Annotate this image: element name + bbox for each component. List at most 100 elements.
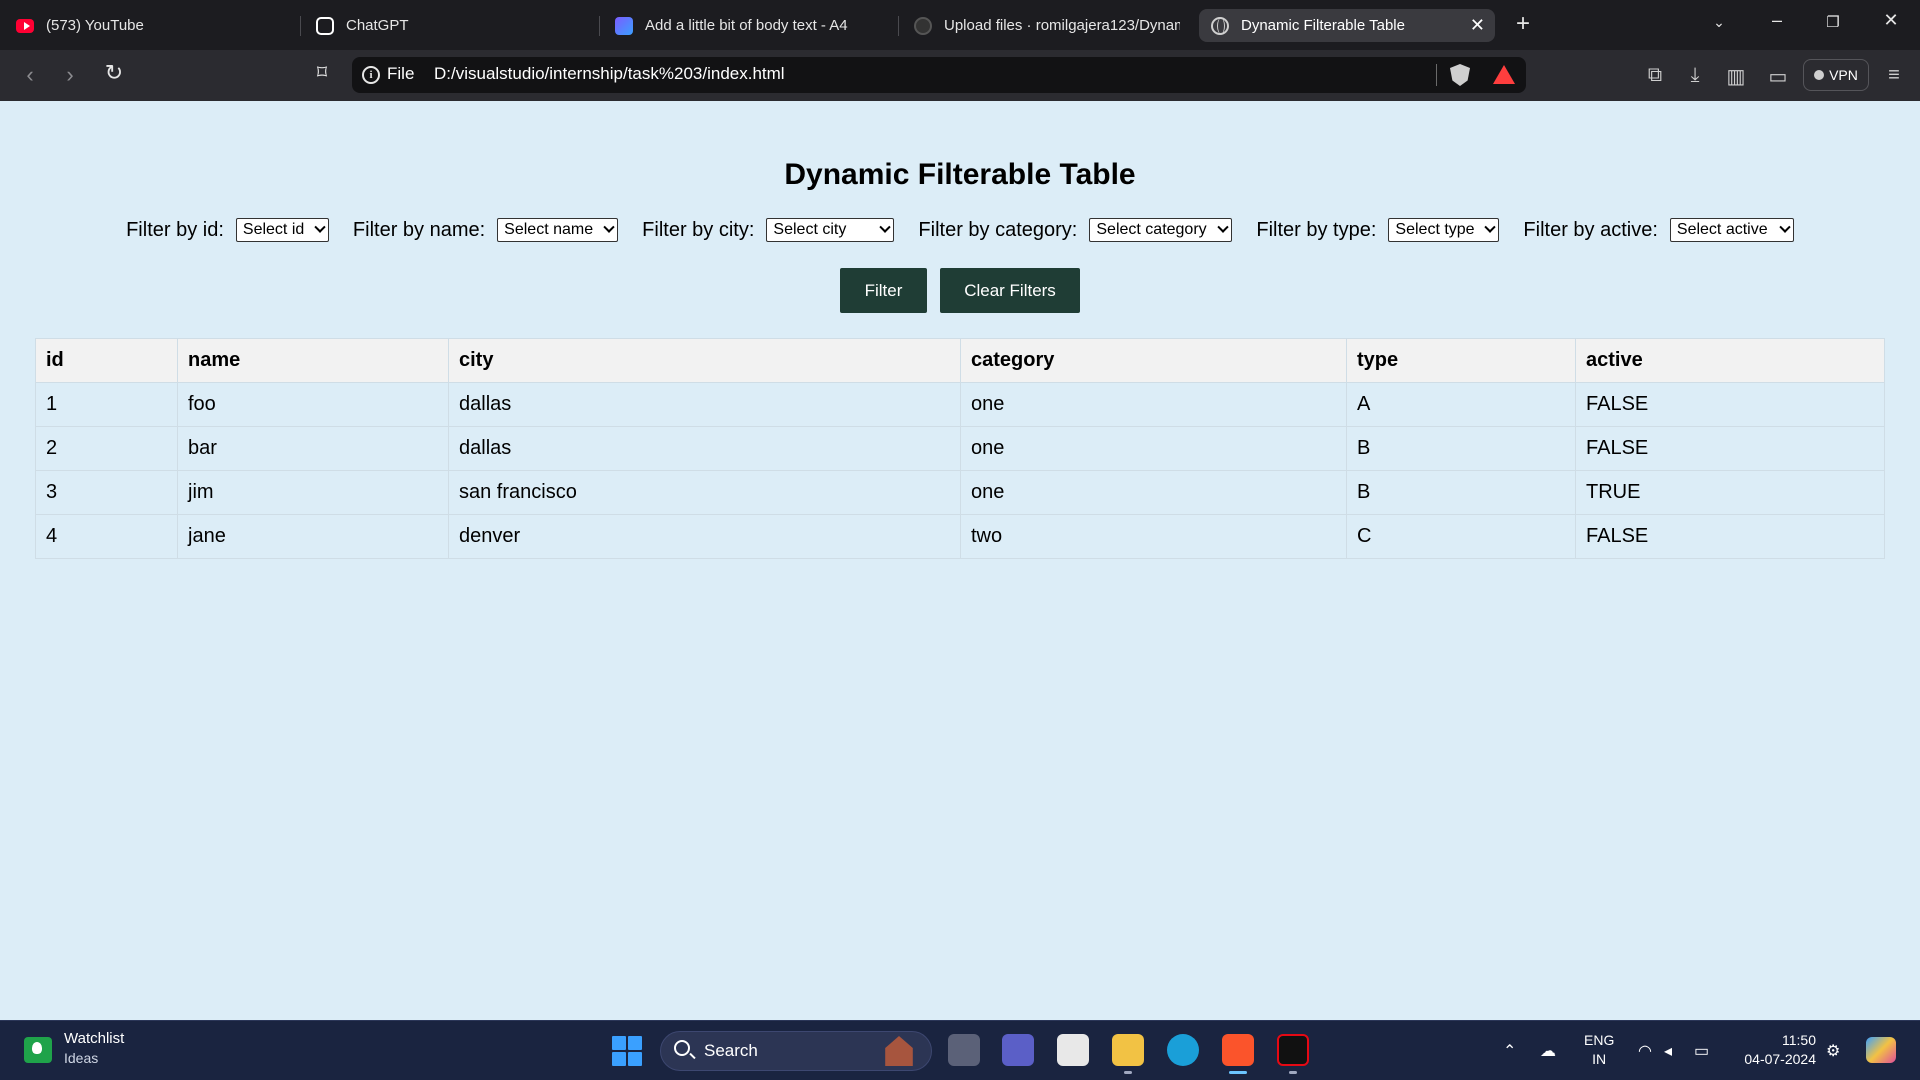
brave-browser-icon[interactable]	[1222, 1034, 1254, 1066]
tab-search-chevron-icon[interactable]: ⌄	[1704, 14, 1734, 31]
filter-category-select[interactable]: Select category	[1089, 218, 1233, 242]
edge-icon[interactable]	[1167, 1034, 1199, 1066]
copilot-icon[interactable]	[1866, 1037, 1896, 1063]
menu-icon[interactable]: ≡	[1882, 64, 1906, 87]
settings-gear-icon[interactable]: ⚙	[1826, 1041, 1840, 1061]
cell-name: jim	[177, 470, 449, 515]
filter-active: Filter by active: Select active	[1523, 218, 1794, 242]
select-value: Select type	[1395, 221, 1475, 238]
site-info-icon[interactable]: i	[362, 66, 380, 84]
vpn-button[interactable]: VPN	[1803, 59, 1869, 91]
extensions-icon[interactable]: ⧉	[1643, 64, 1667, 87]
windows-start-icon[interactable]	[612, 1036, 642, 1066]
sidebar-icon[interactable]: ▥	[1724, 64, 1748, 89]
wifi-icon[interactable]: ◠	[1638, 1041, 1652, 1061]
tab-github[interactable]: Upload files · romilgajera123/Dynam	[902, 9, 1192, 42]
teams-icon[interactable]	[1002, 1034, 1034, 1066]
table-row: 1 foo dallas one A FALSE	[35, 382, 1885, 427]
widget-subtitle: Ideas	[64, 1050, 99, 1066]
cell-type: C	[1346, 514, 1576, 559]
reload-button[interactable]: ↻	[100, 60, 128, 86]
cell-category: two	[960, 514, 1347, 559]
clear-filters-button[interactable]: Clear Filters	[940, 268, 1080, 313]
filter-active-select[interactable]: Select active	[1669, 218, 1794, 242]
task-view-icon[interactable]	[948, 1034, 980, 1066]
github-icon	[914, 16, 932, 35]
filter-name-select[interactable]: Select name	[497, 218, 619, 242]
widget-title[interactable]: Watchlist	[64, 1030, 124, 1047]
file-explorer-icon[interactable]	[1112, 1034, 1144, 1066]
column-header-id[interactable]: id	[35, 338, 178, 383]
column-header-name[interactable]: name	[177, 338, 449, 383]
taskbar-search-label[interactable]: Search	[704, 1041, 758, 1061]
show-hidden-icons-chevron-icon[interactable]: ⌃	[1503, 1041, 1516, 1061]
watchlist-widget-icon[interactable]	[24, 1037, 52, 1063]
tab-youtube[interactable]: (573) YouTube	[4, 9, 294, 42]
microsoft-store-icon[interactable]	[1057, 1034, 1089, 1066]
filter-id-select[interactable]: Select id	[235, 218, 329, 242]
cell-active: FALSE	[1575, 514, 1885, 559]
column-header-active[interactable]: active	[1575, 338, 1885, 383]
table-header-row: id name city category type active	[35, 338, 1885, 383]
filter-category: Filter by category: Select category	[918, 218, 1233, 242]
cell-id: 4	[35, 514, 178, 559]
tab-title: ChatGPT	[346, 17, 409, 34]
filter-id-label: Filter by id:	[126, 218, 224, 241]
onedrive-icon[interactable]: ☁	[1540, 1041, 1556, 1061]
tab-strip: (573) YouTube ChatGPT Add a little bit o…	[0, 0, 1920, 50]
cell-city: dallas	[448, 426, 961, 471]
cell-id: 3	[35, 470, 178, 515]
filter-bar: Filter by id: Select id Filter by name: …	[0, 218, 1920, 242]
download-icon[interactable]: ⤓	[1683, 64, 1707, 87]
volume-icon[interactable]: ◂	[1664, 1041, 1672, 1061]
tab-dynamic-filterable-table[interactable]: Dynamic Filterable Table ✕	[1199, 9, 1495, 42]
column-header-city[interactable]: city	[448, 338, 961, 383]
search-icon	[674, 1040, 690, 1056]
vpn-status-icon	[1814, 70, 1825, 80]
tab-title: Dynamic Filterable Table	[1241, 17, 1405, 34]
table-row: 2 bar dallas one B FALSE	[35, 426, 1885, 471]
close-tab-icon[interactable]: ✕	[1470, 15, 1485, 36]
tab-document[interactable]: Add a little bit of body text - A4	[603, 9, 893, 42]
clock-time: 11:50	[1782, 1032, 1816, 1048]
vpn-label: VPN	[1829, 67, 1858, 83]
filter-button[interactable]: Filter	[840, 268, 927, 313]
select-value: Select city	[773, 221, 847, 238]
filter-name: Filter by name: Select name	[352, 218, 619, 242]
clock[interactable]: 11:50 04-07-2024	[1736, 1031, 1816, 1069]
minimize-button[interactable]: –	[1762, 10, 1792, 31]
select-value: Select category	[1096, 221, 1207, 238]
netflix-icon[interactable]	[1277, 1034, 1309, 1066]
filter-city-select[interactable]: Select city	[766, 218, 895, 242]
chevron-down-icon	[603, 221, 615, 233]
new-tab-button[interactable]: +	[1508, 10, 1538, 38]
back-button[interactable]: ‹	[16, 62, 44, 88]
wallet-icon[interactable]: ▭	[1766, 64, 1790, 89]
cell-category: one	[960, 382, 1347, 427]
restore-button[interactable]: ❐	[1818, 13, 1848, 31]
data-table: id name city category type active 1 foo …	[35, 338, 1885, 559]
select-value: Select name	[504, 221, 594, 238]
tab-chatgpt[interactable]: ChatGPT	[304, 9, 594, 42]
filter-name-label: Filter by name:	[352, 218, 486, 241]
column-header-type[interactable]: type	[1346, 338, 1576, 383]
cell-id: 2	[35, 426, 178, 471]
table-row: 3 jim san francisco one B TRUE	[35, 470, 1885, 515]
filter-type-select[interactable]: Select type	[1388, 218, 1500, 242]
brave-rewards-icon[interactable]	[1493, 65, 1515, 84]
bookmark-icon[interactable]: ⌑	[308, 60, 336, 85]
app-running-indicator	[1124, 1071, 1132, 1074]
chatgpt-icon	[316, 16, 334, 35]
forward-button[interactable]: ›	[56, 62, 84, 88]
chevron-down-icon	[879, 221, 892, 233]
url-text[interactable]: D:/visualstudio/internship/task%203/inde…	[434, 64, 785, 84]
column-header-category[interactable]: category	[960, 338, 1347, 383]
select-value: Select active	[1676, 221, 1768, 238]
close-window-button[interactable]: ✕	[1876, 10, 1906, 31]
battery-icon[interactable]: ▭	[1694, 1041, 1709, 1061]
cell-name: bar	[177, 426, 449, 471]
language-indicator[interactable]: ENG IN	[1584, 1031, 1614, 1069]
filter-city-label: Filter by city:	[642, 218, 755, 241]
cell-name: foo	[177, 382, 449, 427]
filter-type: Filter by type: Select type	[1256, 218, 1500, 242]
